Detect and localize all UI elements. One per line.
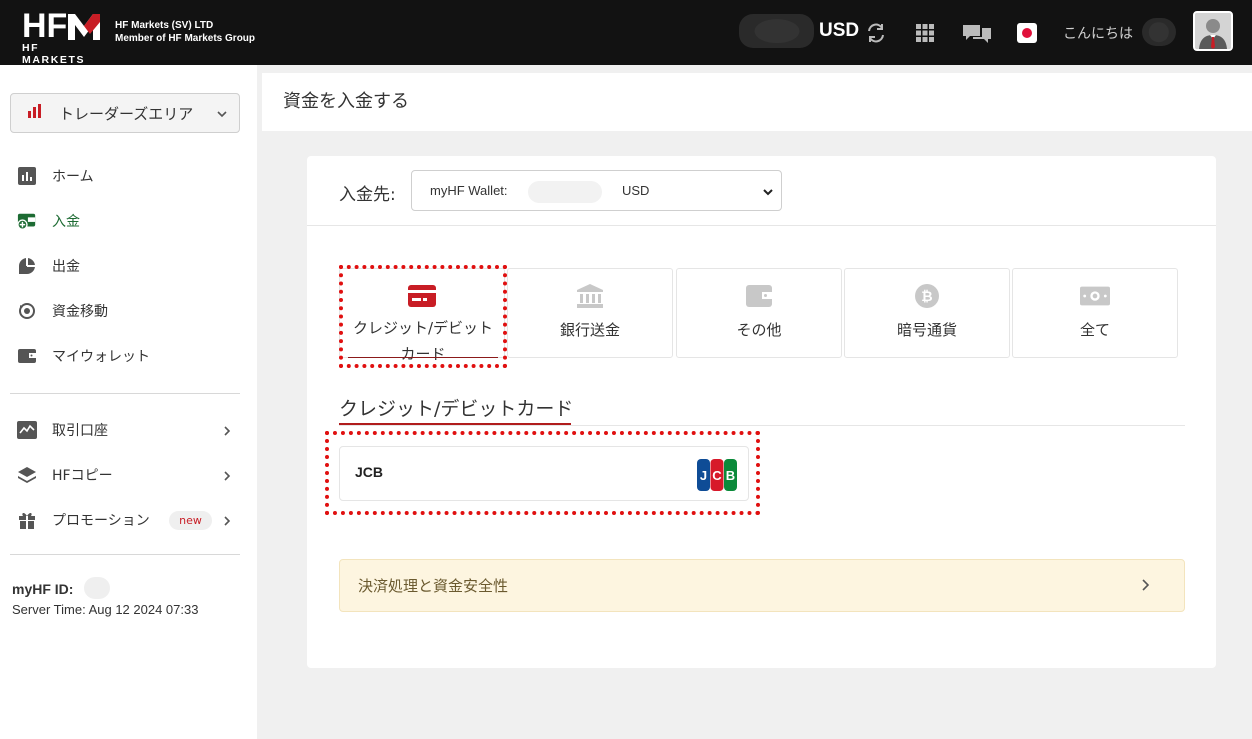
method-label: その他 <box>736 321 782 339</box>
wallet-out-icon <box>17 256 37 276</box>
wallet-currency: USD <box>622 183 650 198</box>
bitcoin-icon: ₿ <box>912 283 942 309</box>
myhf-id-label: myHF ID: <box>12 581 74 597</box>
transfer-icon <box>17 301 37 321</box>
trading-chart-icon <box>17 420 37 440</box>
chevron-right-icon <box>1140 577 1152 597</box>
sidebar-item-my-wallet[interactable]: マイウォレット <box>0 341 257 371</box>
wallet-icon <box>17 346 37 366</box>
greeting-text: こんにちは <box>1063 26 1133 42</box>
chevron-right-icon <box>222 468 232 487</box>
hfm-logo[interactable]: HF HF MARKETS <box>22 7 106 66</box>
myhf-id-blurred <box>84 577 110 599</box>
sidebar-item-hf-copy[interactable]: HFコピー <box>0 460 257 490</box>
chat-icon[interactable] <box>962 20 992 46</box>
sidebar-item-deposit[interactable]: 入金 <box>0 206 257 236</box>
chevron-down-icon <box>215 106 229 125</box>
section-line <box>339 425 1185 426</box>
method-label: 銀行送金 <box>559 321 620 339</box>
server-time: Server Time: Aug 12 2024 07:33 <box>12 602 199 617</box>
page-title: 資金を入金する <box>283 91 409 112</box>
section-underline <box>339 423 571 425</box>
traders-area-dropdown[interactable]: トレーダーズエリア <box>10 93 240 133</box>
page-header: 資金を入金する <box>262 73 1252 131</box>
apps-grid-icon[interactable] <box>912 20 938 46</box>
sidebar-item-transfer[interactable]: 資金移動 <box>0 296 257 326</box>
cash-icon <box>1080 283 1110 309</box>
signal-bars-icon <box>27 103 43 123</box>
refresh-icon[interactable] <box>863 20 889 46</box>
new-badge: new <box>169 511 212 530</box>
sidebar-item-promotions[interactable]: プロモーション new <box>0 505 257 535</box>
logo-text: HF <box>22 7 68 45</box>
safety-info-banner[interactable]: 決済処理と資金安全性 <box>339 559 1185 612</box>
wallet-icon <box>744 283 774 309</box>
japan-flag-icon[interactable] <box>1014 20 1040 46</box>
chevron-right-icon <box>222 423 232 442</box>
sidebar-divider <box>10 393 240 394</box>
sidebar-item-home[interactable]: ホーム <box>0 161 257 191</box>
wallet-select[interactable]: myHF Wallet: USD <box>411 170 782 211</box>
method-label: 暗号通貨 <box>896 321 957 339</box>
top-bar: HF HF MARKETS HF Markets (SV) LTD Member… <box>0 0 1252 66</box>
bank-icon <box>575 283 605 309</box>
avatar[interactable] <box>1193 11 1233 51</box>
wallet-label: myHF Wallet: <box>430 183 508 198</box>
username-blurred <box>1142 18 1176 46</box>
highlight-box-credit-card <box>339 265 507 368</box>
card-divider <box>307 225 1216 226</box>
traders-area-label: トレーダーズエリア <box>59 104 194 123</box>
svg-text:₿: ₿ <box>921 289 932 305</box>
safety-text: 決済処理と資金安全性 <box>358 577 509 595</box>
sidebar-item-withdraw[interactable]: 出金 <box>0 251 257 281</box>
logo-m-mark <box>68 13 101 40</box>
company-info: HF Markets (SV) LTD Member of HF Markets… <box>115 20 256 44</box>
method-all[interactable]: 全て <box>1012 268 1178 358</box>
currency-label[interactable]: USD <box>819 20 859 42</box>
method-bank-transfer[interactable]: 銀行送金 <box>507 268 673 358</box>
layers-icon <box>17 465 37 485</box>
section-title: クレジット/デビットカード <box>339 398 574 420</box>
chart-bars-icon <box>17 166 37 186</box>
wallet-plus-icon <box>17 211 37 231</box>
chevron-down-icon <box>761 184 775 203</box>
chevron-right-icon <box>222 513 232 532</box>
sidebar: トレーダーズエリア ホーム 入金 出金 資金移動 マイウォレット 取引口座 HF… <box>0 65 257 739</box>
gift-icon <box>17 510 37 530</box>
deposit-card: 入金先: myHF Wallet: USD クレジット/デビットカード 銀行送金… <box>307 156 1216 668</box>
method-other[interactable]: その他 <box>676 268 842 358</box>
method-crypto[interactable]: ₿ 暗号通貨 <box>844 268 1010 358</box>
highlight-box-jcb <box>325 431 760 515</box>
wallet-id-blurred <box>528 181 602 203</box>
sidebar-item-trading-accounts[interactable]: 取引口座 <box>0 415 257 445</box>
destination-label: 入金先: <box>339 185 396 205</box>
sidebar-divider <box>10 554 240 555</box>
logo-subtitle: HF MARKETS <box>22 42 86 66</box>
method-label: 全て <box>1079 321 1110 339</box>
balance-blurred <box>739 14 814 48</box>
